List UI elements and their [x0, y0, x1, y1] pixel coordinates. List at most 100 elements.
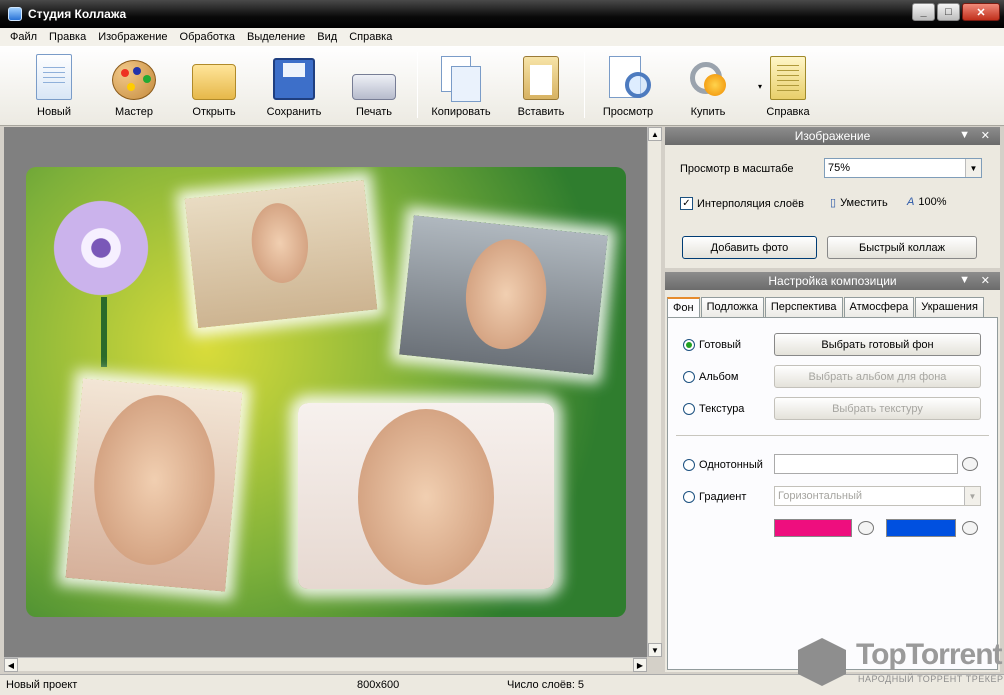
chevron-down-icon[interactable]: ▼ [964, 487, 980, 505]
interpolation-checkbox[interactable]: ✓ [680, 197, 693, 210]
image-panel: Изображение ▼ ✕ Просмотр в масштабе 75% … [665, 127, 1000, 268]
preview-button[interactable]: Просмотр [588, 46, 668, 124]
menu-selection[interactable]: Выделение [241, 31, 311, 43]
image-panel-header: Изображение ▼ ✕ [665, 127, 1000, 145]
gradient-color-1-swatch[interactable] [774, 519, 852, 537]
buy-button[interactable]: Купить [668, 46, 748, 124]
panel-collapse-icon[interactable]: ▼ [959, 129, 970, 141]
collage-photo[interactable] [399, 215, 608, 375]
collage-photo[interactable] [65, 378, 243, 592]
minimize-button[interactable]: _ [912, 3, 935, 21]
menu-bar: Файл Правка Изображение Обработка Выделе… [0, 28, 1004, 46]
vertical-scrollbar[interactable]: ▲ ▼ [647, 127, 662, 657]
solid-option[interactable]: Однотонный [683, 459, 763, 471]
save-label: Сохранить [266, 106, 322, 118]
printer-icon [352, 74, 396, 100]
app-icon [8, 7, 22, 21]
new-button[interactable]: Новый [14, 46, 94, 124]
scroll-left-icon[interactable]: ◀ [4, 658, 18, 672]
fit-button[interactable]: ▯ Уместить [830, 196, 888, 210]
photo-face [247, 200, 312, 286]
buy-label: Купить [690, 106, 726, 118]
ready-option[interactable]: Готовый [683, 339, 741, 351]
scroll-right-icon[interactable]: ▶ [633, 658, 647, 672]
texture-radio[interactable] [683, 403, 695, 415]
scroll-down-icon[interactable]: ▼ [648, 643, 662, 657]
tab-decorations[interactable]: Украшения [915, 297, 984, 317]
menu-view[interactable]: Вид [311, 31, 343, 43]
copy-icon [441, 56, 481, 102]
interpolation-option[interactable]: ✓ Интерполяция слоёв [680, 197, 804, 210]
horizontal-scrollbar[interactable]: ◀ ▶ [4, 657, 647, 672]
paste-button[interactable]: Вставить [501, 46, 581, 124]
tab-background[interactable]: Фон [667, 297, 700, 318]
buy-dropdown-caret-icon[interactable]: ▾ [758, 82, 762, 91]
collage-photo[interactable] [298, 403, 554, 589]
photo-face [460, 235, 552, 354]
help-label: Справка [766, 106, 810, 118]
menu-edit[interactable]: Правка [43, 31, 92, 43]
panel-close-icon[interactable]: ✕ [981, 129, 990, 142]
collage-photo[interactable] [184, 179, 378, 329]
copy-button[interactable]: Копировать [421, 46, 501, 124]
open-button[interactable]: Открыть [174, 46, 254, 124]
gradient-color-2-swatch[interactable] [886, 519, 956, 537]
tab-atmosphere[interactable]: Атмосфера [843, 297, 915, 317]
choose-texture-button[interactable]: Выбрать текстуру [774, 397, 981, 420]
choose-album-button[interactable]: Выбрать альбом для фона [774, 365, 981, 388]
add-photo-button[interactable]: Добавить фото [682, 236, 817, 259]
panel-collapse-icon[interactable]: ▼ [959, 274, 970, 286]
save-button[interactable]: Сохранить [254, 46, 334, 124]
help-book-icon [770, 56, 806, 100]
menu-file[interactable]: Файл [4, 31, 43, 43]
chevron-down-icon[interactable]: ▼ [965, 159, 981, 177]
print-button[interactable]: Печать [334, 46, 414, 124]
status-project: Новый проект [6, 679, 78, 691]
solid-label: Однотонный [699, 459, 763, 471]
album-radio[interactable] [683, 371, 695, 383]
gradient-radio[interactable] [683, 491, 695, 503]
color-picker-icon[interactable] [858, 521, 874, 535]
new-label: Новый [37, 106, 71, 118]
tab-perspective[interactable]: Перспектива [764, 297, 843, 317]
zoom-select[interactable]: 75% ▼ [824, 158, 982, 178]
collage-canvas[interactable] [26, 167, 626, 617]
title-bar: Студия Коллажа _ □ ✕ [0, 0, 1004, 28]
choose-ready-background-button[interactable]: Выбрать готовый фон [774, 333, 981, 356]
flower-decoration[interactable] [46, 193, 156, 303]
solid-color-field[interactable] [774, 454, 958, 474]
quick-collage-button[interactable]: Быстрый коллаж [827, 236, 977, 259]
status-size: 800x600 [357, 679, 400, 691]
composition-panel-title: Настройка композиции [768, 274, 897, 288]
scroll-up-icon[interactable]: ▲ [648, 127, 662, 141]
color-picker-icon[interactable] [962, 457, 978, 471]
gradient-type-select[interactable]: Горизонтальный ▼ [774, 486, 981, 506]
color-picker-icon[interactable] [962, 521, 978, 535]
maximize-button[interactable]: □ [937, 3, 960, 21]
status-layers: Число слоёв: 5 [507, 679, 585, 691]
watermark-subtitle: НАРОДНЫЙ ТОРРЕНТ ТРЕКЕР [858, 674, 1004, 684]
solid-radio[interactable] [683, 459, 695, 471]
menu-image[interactable]: Изображение [92, 31, 173, 43]
canvas-area[interactable] [4, 127, 661, 657]
close-button[interactable]: ✕ [962, 3, 1000, 21]
image-panel-title: Изображение [794, 129, 871, 143]
fit-icon: ▯ [830, 197, 837, 209]
wizard-button[interactable]: Мастер [94, 46, 174, 124]
album-option[interactable]: Альбом [683, 371, 738, 383]
watermark-title: TopTorrent [856, 638, 1003, 671]
actual-size-button[interactable]: A 100% [907, 196, 946, 208]
floppy-disk-icon [273, 58, 315, 100]
divider [676, 435, 989, 436]
menu-help[interactable]: Справка [343, 31, 398, 43]
composition-panel: Настройка композиции ▼ ✕ Фон Подложка Пе… [665, 272, 1000, 672]
photo-face [87, 390, 222, 570]
tab-underlay[interactable]: Подложка [700, 297, 764, 317]
texture-option[interactable]: Текстура [683, 403, 744, 415]
gradient-option[interactable]: Градиент [683, 491, 746, 503]
watermark: TopTorrent НАРОДНЫЙ ТОРРЕНТ ТРЕКЕР [798, 634, 1004, 692]
magnifier-icon [607, 56, 651, 100]
ready-radio[interactable] [683, 339, 695, 351]
panel-close-icon[interactable]: ✕ [981, 274, 990, 287]
menu-process[interactable]: Обработка [174, 31, 241, 43]
